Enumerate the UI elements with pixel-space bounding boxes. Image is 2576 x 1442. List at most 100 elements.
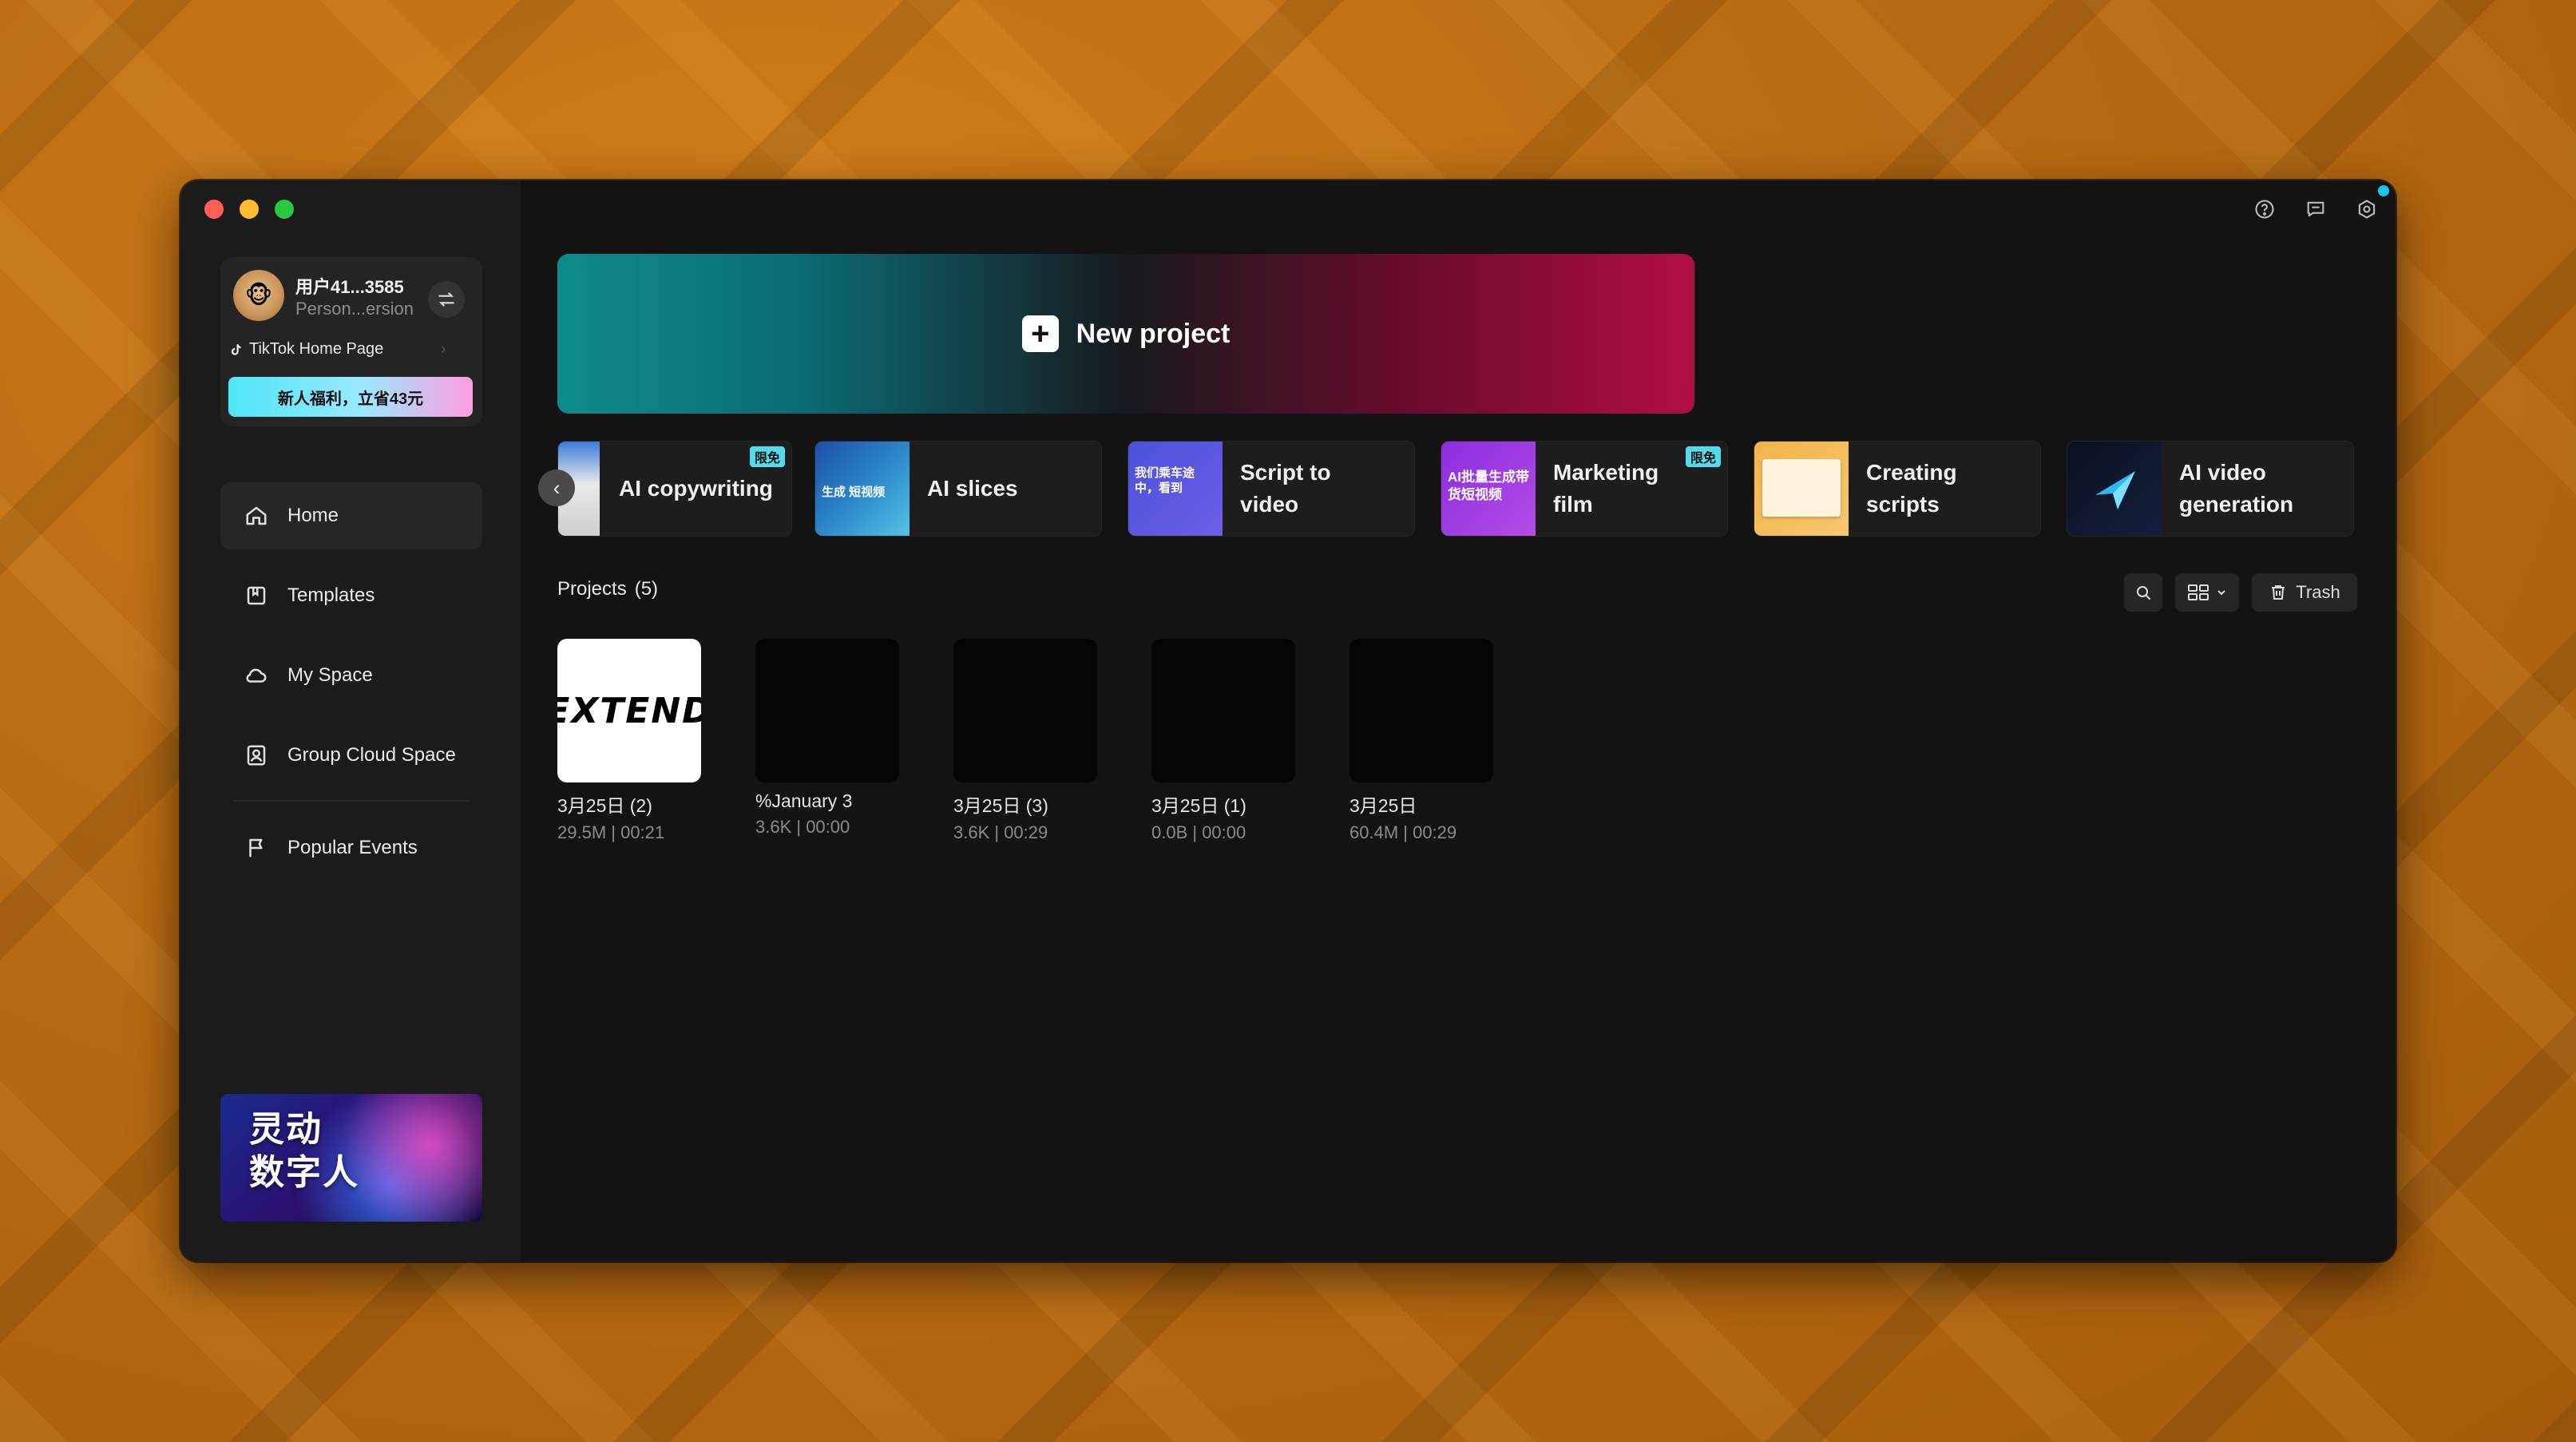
nav-popular-events[interactable]: Popular Events bbox=[220, 814, 482, 881]
notification-dot bbox=[2378, 185, 2389, 196]
carousel-prev-button[interactable]: ‹ bbox=[538, 469, 575, 506]
flag-icon bbox=[249, 838, 263, 858]
project-title: 3月25日 (1) bbox=[1151, 795, 1246, 816]
new-project-label: New project bbox=[1076, 318, 1231, 349]
project-meta: 3.6K | 00:00 bbox=[755, 817, 850, 837]
nav-popular-events-label: Popular Events bbox=[287, 837, 418, 858]
projects-title: Projects bbox=[557, 578, 627, 600]
project-thumbnail bbox=[953, 639, 1097, 782]
thumb-caption: AI批量生成带货短视频 bbox=[1448, 469, 1529, 502]
chevron-right-icon: › bbox=[441, 341, 446, 357]
project-thumbnail bbox=[755, 639, 899, 782]
new-project-button[interactable]: + New project bbox=[557, 254, 1694, 414]
grid-view-icon bbox=[2188, 584, 2209, 600]
marketing-film-thumbnail: AI批量生成带货短视频 bbox=[1441, 442, 1536, 536]
nav-home-label: Home bbox=[287, 505, 339, 526]
document-preview bbox=[1762, 459, 1841, 517]
user-card: 🐵 用户41...3585 Person...ersion TikTok Hom… bbox=[220, 257, 482, 426]
project-card[interactable]: 3月25日 60.4M | 00:29 bbox=[1349, 639, 1493, 843]
project-title: 3月25日 (2) bbox=[557, 795, 652, 816]
feature-ai-copywriting[interactable]: AI copywriting 限免 bbox=[557, 441, 792, 537]
templates-icon bbox=[247, 586, 266, 605]
maximize-window-button[interactable] bbox=[275, 200, 294, 219]
thumb-caption: 我们乘车途中，看到 bbox=[1135, 466, 1195, 495]
project-meta: 0.0B | 00:00 bbox=[1151, 822, 1246, 842]
home-icon bbox=[246, 506, 267, 525]
settings-icon[interactable] bbox=[2356, 198, 2378, 220]
view-mode-dropdown[interactable] bbox=[2175, 573, 2239, 612]
projects-heading: Projects (5) bbox=[557, 578, 658, 600]
switch-icon bbox=[438, 292, 454, 307]
project-title: 3月25日 bbox=[1349, 795, 1417, 816]
search-button[interactable] bbox=[2124, 573, 2162, 612]
user-name: 用户41...3585 bbox=[295, 277, 404, 297]
project-meta: 29.5M | 00:21 bbox=[557, 822, 665, 842]
cloud-icon bbox=[246, 668, 267, 683]
project-thumbnail bbox=[1151, 639, 1295, 782]
feedback-icon[interactable] bbox=[2305, 198, 2327, 220]
project-meta: 60.4M | 00:29 bbox=[1349, 822, 1457, 842]
plus-icon: + bbox=[1021, 315, 1059, 352]
group-cloud-icon bbox=[247, 745, 266, 766]
avatar[interactable]: 🐵 bbox=[233, 270, 284, 321]
project-card[interactable]: 3月25日 (1) 0.0B | 00:00 bbox=[1151, 639, 1295, 843]
ai-video-generation-thumbnail bbox=[2067, 442, 2162, 536]
free-badge: 限免 bbox=[1685, 446, 1721, 467]
trash-button[interactable]: Trash bbox=[2252, 573, 2357, 612]
switch-account-button[interactable] bbox=[428, 281, 465, 318]
chevron-down-icon bbox=[2217, 590, 2225, 596]
project-title: 3月25日 (3) bbox=[953, 795, 1048, 816]
tiktok-home-link[interactable]: TikTok Home Page › bbox=[228, 340, 446, 359]
search-icon bbox=[2137, 586, 2150, 600]
app-window: 🐵 用户41...3585 Person...ersion TikTok Hom… bbox=[180, 180, 2396, 1262]
nav-my-space-label: My Space bbox=[287, 664, 373, 686]
sidebar: 🐵 用户41...3585 Person...ersion TikTok Hom… bbox=[180, 180, 521, 1262]
feature-marketing-film[interactable]: AI批量生成带货短视频 Marketing film 限免 bbox=[1441, 441, 1728, 537]
user-plan: Person...ersion bbox=[295, 299, 414, 319]
free-badge: 限免 bbox=[749, 446, 785, 467]
feature-script-to-video[interactable]: 我们乘车途中，看到 Script to video bbox=[1127, 441, 1415, 537]
feature-label: Marketing film bbox=[1553, 460, 1659, 517]
creating-scripts-thumbnail bbox=[1754, 442, 1849, 536]
ai-slices-thumbnail: 生成 短视频 bbox=[815, 442, 910, 536]
project-meta: 3.6K | 00:29 bbox=[953, 822, 1048, 842]
nav-group-cloud-label: Group Cloud Space bbox=[287, 744, 456, 766]
promo-button[interactable]: 新人福利，立省43元 bbox=[228, 377, 473, 417]
project-thumbnail: EXTEND bbox=[557, 639, 701, 782]
project-card[interactable]: EXTEND 3月25日 (2) 29.5M | 00:21 bbox=[557, 639, 701, 843]
digital-human-banner[interactable]: 灵动 数字人 bbox=[220, 1094, 482, 1222]
feature-ai-slices[interactable]: 生成 短视频 AI slices bbox=[814, 441, 1102, 537]
projects-count: (5) bbox=[634, 578, 659, 600]
nav-templates[interactable]: Templates bbox=[220, 562, 482, 629]
chevron-left-icon: ‹ bbox=[553, 475, 561, 500]
trash-label: Trash bbox=[2296, 582, 2340, 602]
trash-icon bbox=[2272, 585, 2285, 600]
extend-thumbnail-text: EXTEND bbox=[557, 639, 701, 782]
nav-divider bbox=[233, 800, 470, 802]
feature-label: Script to video bbox=[1240, 460, 1331, 517]
feature-label: AI slices bbox=[927, 476, 1018, 501]
project-card[interactable]: %January 3 3.6K | 00:00 bbox=[755, 639, 899, 838]
project-title: %January 3 bbox=[755, 790, 853, 811]
nav-templates-label: Templates bbox=[287, 584, 375, 606]
nav-my-space[interactable]: My Space bbox=[220, 642, 482, 709]
nav-home[interactable]: Home bbox=[220, 482, 482, 549]
tiktok-link-label: TikTok Home Page bbox=[249, 340, 384, 358]
script-to-video-thumbnail: 我们乘车途中，看到 bbox=[1128, 442, 1223, 536]
banner-line-1: 灵动 bbox=[249, 1109, 323, 1150]
thumb-caption: 生成 短视频 bbox=[822, 485, 886, 499]
feature-ai-video-generation[interactable]: AI video generation bbox=[2067, 441, 2354, 537]
banner-line-2: 数字人 bbox=[249, 1152, 359, 1193]
minimize-window-button[interactable] bbox=[240, 200, 259, 219]
close-window-button[interactable] bbox=[204, 200, 224, 219]
feature-creating-scripts[interactable]: Creating scripts bbox=[1754, 441, 2041, 537]
feature-label: Creating scripts bbox=[1866, 460, 1957, 517]
help-icon[interactable] bbox=[2253, 198, 2276, 220]
play-arrow-icon bbox=[2095, 471, 2135, 509]
project-thumbnail bbox=[1349, 639, 1493, 782]
tiktok-icon bbox=[231, 343, 241, 355]
nav-group-cloud-space[interactable]: Group Cloud Space bbox=[220, 722, 482, 789]
top-right-toolbar bbox=[2253, 198, 2378, 220]
project-card[interactable]: 3月25日 (3) 3.6K | 00:29 bbox=[953, 639, 1097, 843]
feature-label: AI video generation bbox=[2179, 460, 2294, 517]
